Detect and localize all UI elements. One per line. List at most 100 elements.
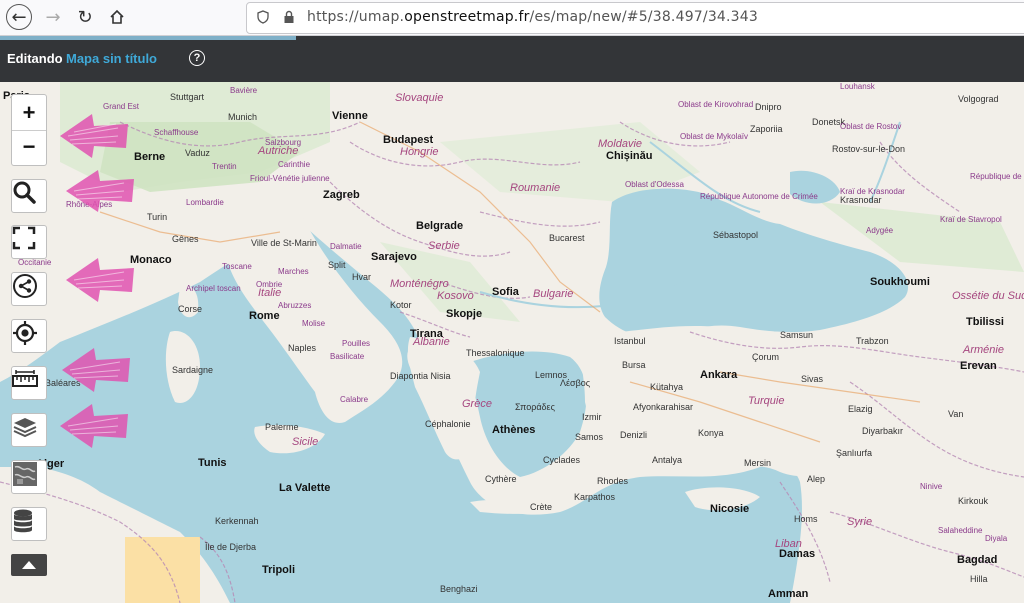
annotation-arrow-icon	[66, 170, 134, 212]
map-label: Hvar	[352, 272, 372, 282]
map-label: Afyonkarahisar	[633, 402, 694, 412]
map-label: Archipel toscan	[186, 284, 241, 293]
zoom-in-button[interactable]: +	[12, 95, 46, 131]
map-label: Salaheddine	[938, 526, 983, 535]
map-label: Kraï de Stavropol	[940, 215, 1002, 224]
map-label: Roumanie	[510, 182, 561, 194]
map-label: Stuttgart	[170, 92, 205, 102]
map-label: Palerme	[265, 422, 299, 432]
map-label: Slovaquie	[395, 92, 444, 104]
map-label: Occitanie	[18, 258, 52, 267]
locate-icon	[13, 321, 37, 345]
map-label: Budapest	[383, 134, 434, 146]
map-label: Volgograd	[958, 94, 999, 104]
map-label: Athènes	[492, 424, 536, 436]
fullscreen-icon	[12, 226, 36, 250]
browser-toolbar: ← → ↻ https://umap.openstreetmap.fr/es/m…	[0, 0, 1024, 36]
map-preview-button[interactable]	[11, 460, 47, 494]
map-label: Monaco	[130, 254, 172, 266]
loading-progress-bar	[0, 36, 296, 40]
url-bar[interactable]: https://umap.openstreetmap.fr/es/map/new…	[246, 2, 1024, 34]
map-label: Rostov-sur-le-Don	[832, 144, 906, 154]
map-label: Adygée	[866, 226, 894, 235]
map-label: Île de Djerba	[205, 542, 257, 552]
map-label: Elazig	[848, 404, 873, 414]
map-label: Gênes	[172, 234, 199, 244]
forward-arrow-icon[interactable]: →	[40, 4, 66, 30]
map-label: Cythère	[485, 474, 517, 484]
lock-icon[interactable]	[283, 10, 295, 24]
map-label: Diapontia Nisia	[390, 371, 451, 381]
share-button[interactable]	[11, 272, 47, 306]
zoom-control: + −	[11, 94, 47, 166]
map-label: Izmir	[582, 412, 602, 422]
map-label: Mersin	[744, 458, 772, 468]
locate-button[interactable]	[11, 319, 47, 353]
back-arrow-icon[interactable]: ←	[6, 4, 32, 30]
map-label: Carinthie	[278, 160, 311, 169]
map-label: Samos	[575, 432, 604, 442]
map-label: Abruzzes	[278, 301, 312, 310]
map-label: Grèce	[462, 398, 492, 410]
map-label: Corse	[178, 304, 203, 314]
layers-icon	[13, 418, 37, 438]
share-icon	[13, 274, 37, 298]
map-label: Rome	[249, 310, 280, 322]
map-label: Kraï de Krasnodar	[840, 187, 905, 196]
map-label: Sofia	[492, 286, 519, 298]
map-label: Ville de St-Marin	[251, 238, 317, 248]
data-layers-button[interactable]	[11, 507, 47, 541]
map-label: Alep	[807, 474, 826, 484]
map-label: Sarajevo	[371, 251, 417, 263]
map-label: Thessalonique	[466, 348, 525, 358]
map-label: Konya	[698, 428, 724, 438]
umap-header: Editando Mapa sin título ?	[0, 36, 1024, 82]
map-label: Calabre	[340, 395, 369, 404]
collapse-toolbar-button[interactable]	[11, 554, 47, 576]
map-label: Homs	[794, 514, 818, 524]
shield-icon[interactable]	[257, 10, 269, 24]
map-label: Bavière	[230, 86, 258, 95]
map-label: Tunis	[198, 457, 227, 469]
map-label: Λέσβος	[560, 378, 591, 388]
map-label: Σποράδες	[515, 402, 555, 412]
map-label: Hilla	[970, 574, 988, 584]
map-label: Vienne	[332, 110, 368, 122]
map-label: Istanbul	[614, 336, 646, 346]
map-label: Ombrie	[256, 280, 283, 289]
map-label: Monténégro	[390, 278, 449, 290]
map-label: Kütahya	[650, 382, 684, 392]
layers-button[interactable]	[11, 413, 47, 447]
map-label: Syrie	[847, 516, 873, 528]
search-icon	[13, 181, 36, 204]
map-label: Turin	[147, 212, 168, 222]
map-label: Sivas	[801, 374, 824, 384]
annotation-arrow-icon	[60, 114, 128, 158]
help-icon[interactable]: ?	[189, 50, 205, 66]
home-icon[interactable]	[104, 4, 130, 30]
map-label: Arménie	[963, 344, 1004, 356]
search-button[interactable]	[11, 179, 47, 213]
map-label: Sicile	[292, 436, 319, 448]
map-label: Naples	[288, 343, 317, 353]
zoom-out-button[interactable]: −	[12, 131, 46, 165]
map-label: Ossétie du Sud	[952, 290, 1024, 302]
map-label: Şanlıurfa	[836, 448, 873, 458]
map-label: Toscane	[222, 262, 252, 271]
map-canvas[interactable]: Paris Grand Est Stuttgart Bavière Munich…	[0, 82, 1024, 603]
data-icon	[14, 509, 32, 533]
fullscreen-button[interactable]	[11, 225, 47, 259]
map-label: Kotor	[390, 300, 412, 310]
map-label: Diyarbakır	[862, 426, 904, 436]
map-label: Amman	[768, 588, 809, 600]
reload-icon[interactable]: ↻	[72, 4, 98, 30]
map-label: Sardaigne	[172, 365, 214, 375]
map-label: Dnipro	[755, 102, 782, 112]
map-label: Belgrade	[416, 220, 464, 232]
map-label: Krasnodar	[840, 195, 882, 205]
measure-button[interactable]	[11, 366, 47, 400]
map-label: Bursa	[622, 360, 646, 370]
map-label: Bagdad	[957, 554, 998, 566]
url-text: https://umap.openstreetmap.fr/es/map/new…	[307, 9, 759, 25]
map-title-link[interactable]: Mapa sin título	[66, 51, 157, 66]
